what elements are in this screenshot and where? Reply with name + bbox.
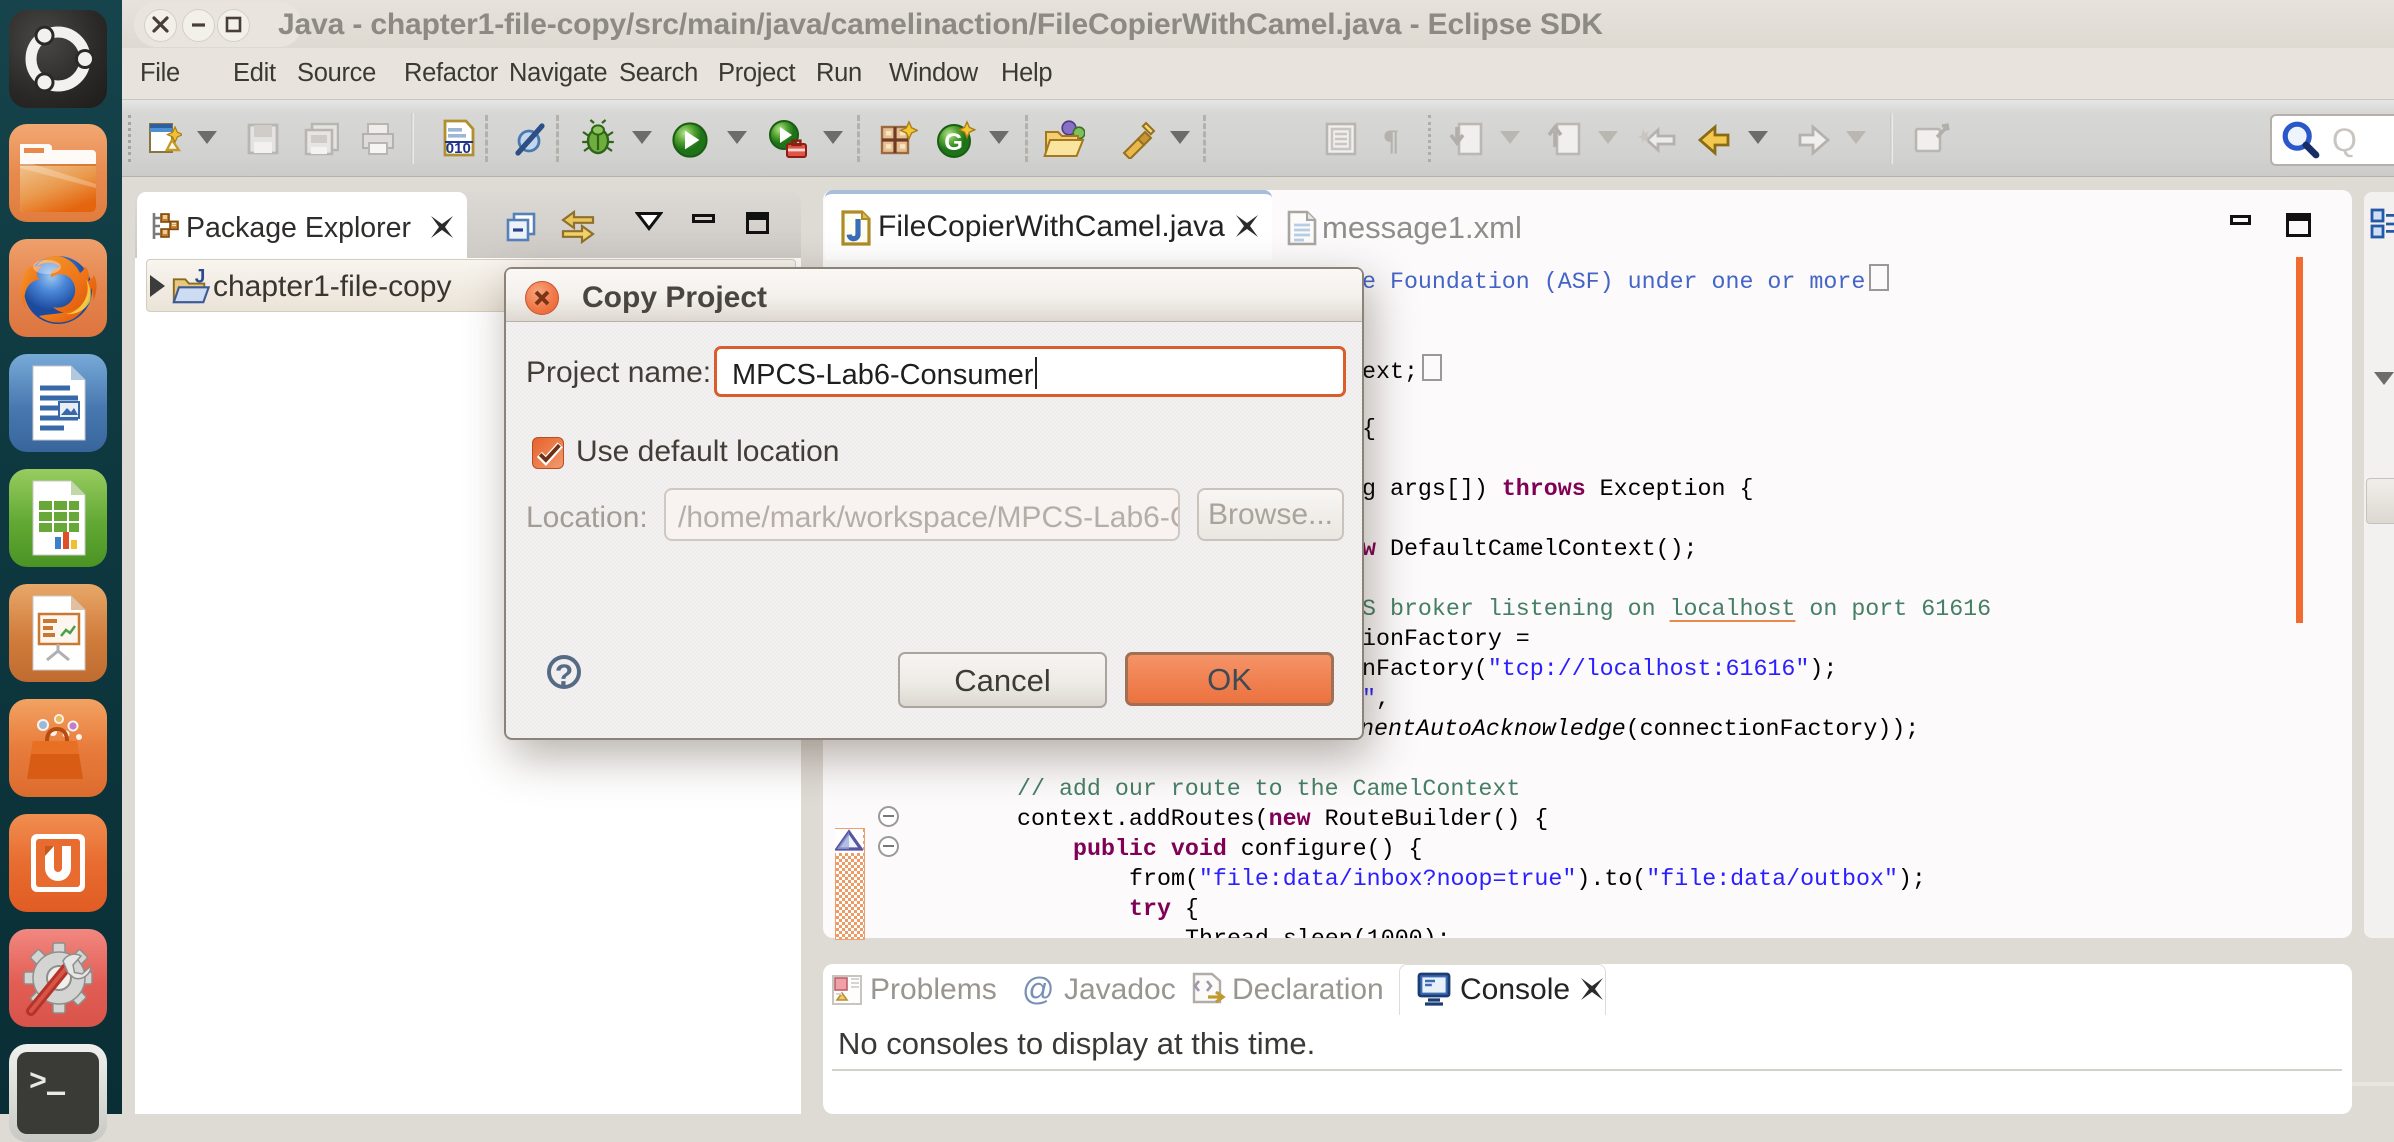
svg-text:G: G: [944, 129, 963, 156]
svg-text:J: J: [195, 266, 206, 287]
